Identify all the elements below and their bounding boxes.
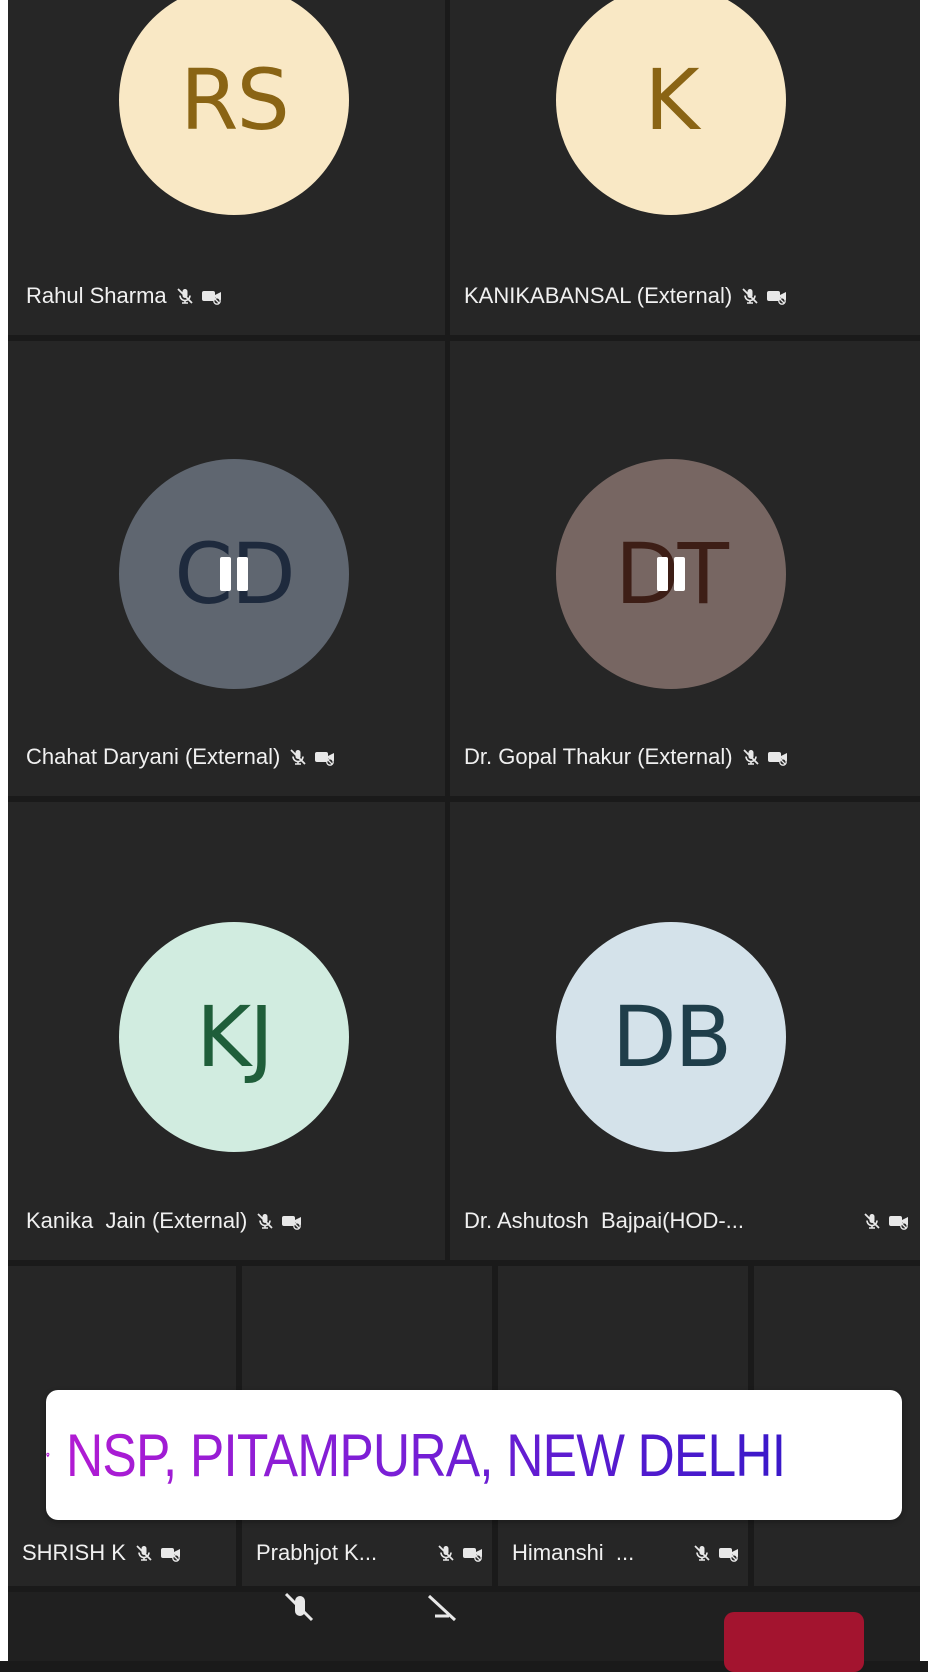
participant-status-icons (692, 1543, 740, 1563)
mic-off-icon (438, 1545, 454, 1561)
mic-off-icon (136, 1545, 152, 1561)
camera-off-icon (315, 752, 335, 766)
participant-status-icons (436, 1543, 484, 1563)
camera-off-icon (160, 1548, 180, 1562)
participant-avatar: K (556, 0, 786, 215)
screen-border-left (0, 0, 8, 1661)
participant-name-row: Kanika Jain (External) (26, 1208, 435, 1234)
participant-status-icons (255, 1211, 303, 1231)
participant-name: Prabhjot K... (256, 1540, 378, 1565)
camera-off-icon (767, 291, 787, 305)
participant-status-icons (288, 747, 336, 767)
camera-off-icon (889, 1216, 908, 1230)
participant-name: Dr. Ashutosh Bajpai(HOD-... (464, 1208, 744, 1233)
participant-tile[interactable]: KJ Kanika Jain (External) (8, 802, 445, 1260)
participant-avatar: DB (556, 922, 786, 1152)
participant-tile[interactable]: CD Chahat Daryani (External) (8, 341, 445, 796)
mic-off-icon (742, 288, 758, 304)
participant-name-row: Rahul Sharma (26, 283, 435, 309)
participant-status-icons (862, 1211, 910, 1231)
camera-off-icon (201, 291, 221, 305)
camera-off-icon (719, 1548, 738, 1562)
participant-avatar: CD (119, 459, 349, 689)
participant-name: Himanshi ... (512, 1540, 635, 1565)
pause-icon (220, 557, 248, 591)
camera-off-icon (282, 1216, 302, 1230)
avatar-initials: RS (180, 51, 290, 149)
participant-name-row: Himanshi ... (512, 1540, 740, 1566)
map-pin-icon (46, 1452, 50, 1458)
avatar-initials: KJ (196, 988, 274, 1086)
participant-name: Rahul Sharma (26, 283, 167, 308)
mic-off-icon (290, 749, 306, 765)
screen-border-right (920, 0, 928, 1661)
location-sticker: NSP, PITAMPURA, NEW DELHI (46, 1390, 902, 1520)
participant-avatar: KJ (119, 922, 349, 1152)
participant-status-icons (741, 747, 789, 767)
location-text: NSP, PITAMPURA, NEW DELHI (65, 1421, 786, 1489)
mic-off-icon (694, 1545, 710, 1561)
pause-icon (657, 557, 685, 591)
participant-name-row: Chahat Daryani (External) (26, 744, 435, 770)
participant-status-icons (740, 286, 788, 306)
mic-off-icon (742, 749, 759, 765)
participant-tile[interactable]: DT Dr. Gopal Thakur (External) (450, 341, 920, 796)
camera-off-icon[interactable] (423, 1594, 463, 1622)
avatar-initials: K (644, 51, 699, 149)
participant-tile[interactable]: K KANIKABANSAL (External) (450, 0, 920, 335)
camera-off-icon (767, 752, 787, 766)
participant-name: Chahat Daryani (External) (26, 744, 281, 769)
participant-name-row: SHRISH K (22, 1540, 226, 1566)
participant-name-row: Dr. Gopal Thakur (External) (464, 744, 910, 770)
participant-status-icons (134, 1543, 182, 1563)
camera-off-icon (463, 1548, 482, 1562)
participant-tile[interactable]: RS Rahul Sharma (8, 0, 445, 335)
participant-name-row: Dr. Ashutosh Bajpai(HOD-... (464, 1208, 910, 1234)
participant-name: Dr. Gopal Thakur (External) (464, 744, 733, 769)
participant-name: KANIKABANSAL (External) (464, 283, 733, 308)
participant-avatar: DT (556, 459, 786, 689)
participant-name: Kanika Jain (External) (26, 1208, 248, 1233)
mic-off-icon (257, 1213, 273, 1229)
participant-name: SHRISH K (22, 1540, 126, 1565)
participant-name-row: KANIKABANSAL (External) (464, 283, 910, 309)
participant-name-row: Prabhjot K... (256, 1540, 484, 1566)
mic-off-icon (864, 1213, 880, 1229)
mic-off-icon[interactable] (280, 1592, 320, 1622)
leave-call-button[interactable] (724, 1612, 864, 1672)
participant-tile[interactable]: DB Dr. Ashutosh Bajpai(HOD-... (450, 802, 920, 1260)
mic-off-icon (177, 288, 193, 304)
participant-status-icons (175, 286, 223, 306)
participant-avatar: RS (119, 0, 349, 215)
avatar-initials: DB (611, 988, 732, 1086)
